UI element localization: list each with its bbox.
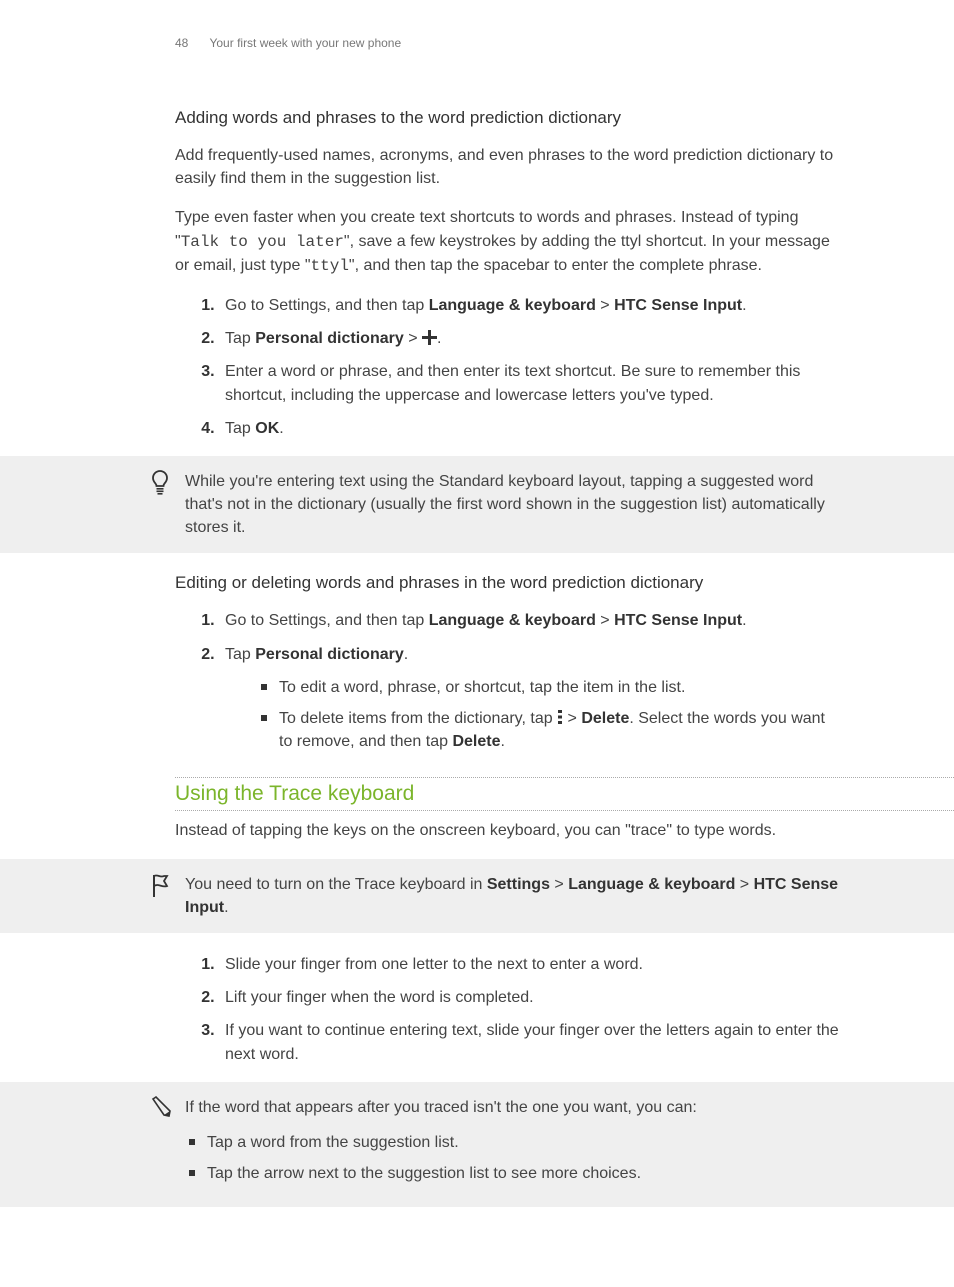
page-number: 48	[175, 36, 188, 50]
steps-list: Go to Settings, and then tap Language & …	[175, 294, 842, 440]
tip-note: While you're entering text using the Sta…	[0, 456, 954, 554]
plus-icon	[422, 330, 437, 345]
tip-text: While you're entering text using the Sta…	[185, 470, 842, 540]
step-item: Lift your finger when the word is comple…	[219, 986, 842, 1009]
step-item: Tap OK.	[219, 417, 842, 440]
section-title-trace: Using the Trace keyboard	[175, 777, 954, 811]
step-item: Tap Personal dictionary > .	[219, 327, 842, 350]
sub-item: To edit a word, phrase, or shortcut, tap…	[261, 676, 842, 699]
step-item: If you want to continue entering text, s…	[219, 1019, 842, 1065]
flag-icon	[150, 873, 170, 904]
lightbulb-icon	[150, 470, 170, 501]
page: 48 Your first week with your new phone A…	[0, 0, 954, 1287]
step-item: Slide your finger from one letter to the…	[219, 953, 842, 976]
flag-note: You need to turn on the Trace keyboard i…	[0, 859, 954, 933]
paragraph: Add frequently-used names, acronyms, and…	[175, 144, 842, 190]
header-section: Your first week with your new phone	[209, 36, 401, 50]
sub-item: Tap the arrow next to the suggestion lis…	[189, 1162, 842, 1185]
step-item: Go to Settings, and then tap Language & …	[219, 294, 842, 317]
page-header: 48 Your first week with your new phone	[175, 36, 842, 50]
steps-list: Go to Settings, and then tap Language & …	[175, 609, 842, 753]
pencil-note: If the word that appears after you trace…	[0, 1082, 954, 1208]
step-item: Enter a word or phrase, and then enter i…	[219, 360, 842, 406]
code-text: Talk to you later	[181, 233, 344, 251]
paragraph: Type even faster when you create text sh…	[175, 206, 842, 278]
heading-edit-words: Editing or deleting words and phrases in…	[175, 573, 842, 593]
paragraph: Instead of tapping the keys on the onscr…	[175, 819, 842, 842]
pencil-text: If the word that appears after you trace…	[185, 1096, 842, 1186]
sub-item: To delete items from the dictionary, tap…	[261, 707, 842, 753]
heading-add-words: Adding words and phrases to the word pre…	[175, 108, 842, 128]
sub-item: Tap a word from the suggestion list.	[189, 1131, 842, 1154]
overflow-menu-icon	[557, 709, 563, 725]
flag-text: You need to turn on the Trace keyboard i…	[185, 873, 842, 919]
sub-list: To edit a word, phrase, or shortcut, tap…	[225, 676, 842, 754]
step-item: Tap Personal dictionary. To edit a word,…	[219, 643, 842, 754]
steps-list: Slide your finger from one letter to the…	[175, 953, 842, 1066]
pencil-icon	[150, 1096, 172, 1123]
step-item: Go to Settings, and then tap Language & …	[219, 609, 842, 632]
code-text: ttyl	[311, 257, 349, 275]
sub-list: Tap a word from the suggestion list. Tap…	[185, 1131, 842, 1185]
